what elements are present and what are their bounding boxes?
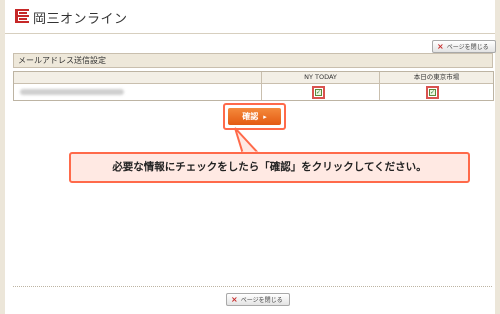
close-page-label: ページを閉じる (240, 297, 283, 304)
confirm-button[interactable]: 確認 ▸ (228, 108, 281, 125)
instruction-callout: 必要な情報にチェックをしたら「確認」をクリックしてください。 (69, 152, 470, 183)
page: 岡三オンライン × ページを閉じる メールアドレス送信設定 NY TODAY 本日… (5, 0, 496, 314)
close-page-button-top[interactable]: × ページを閉じる (432, 40, 496, 53)
column-header-tokyo-market: 本日の東京市場 (379, 72, 493, 83)
divider (13, 286, 492, 287)
arrow-right-icon: ▸ (263, 113, 267, 121)
close-page-button-bottom[interactable]: × ページを閉じる (226, 293, 290, 306)
brand-name: 岡三オンライン (33, 12, 128, 27)
confirm-highlight: 確認 ▸ (223, 103, 286, 130)
table-row: ✓ ✓ (14, 84, 493, 100)
tokyo-market-checkbox[interactable]: ✓ (426, 86, 439, 99)
okasan-logo-icon (15, 9, 29, 23)
table-header-row: NY TODAY 本日の東京市場 (14, 72, 493, 84)
close-icon: × (231, 295, 238, 304)
ny-today-checkbox[interactable]: ✓ (312, 86, 325, 99)
close-page-label: ページを閉じる (446, 44, 489, 51)
checkmark-icon: ✓ (315, 89, 322, 96)
checkmark-icon: ✓ (429, 89, 436, 96)
column-header-ny-today: NY TODAY (261, 72, 379, 83)
confirm-label: 確認 (242, 112, 259, 121)
header: 岡三オンライン (5, 0, 495, 34)
section-title: メールアドレス送信設定 (13, 53, 493, 68)
blurred-email-address (20, 89, 124, 95)
close-icon: × (437, 42, 444, 51)
settings-table: NY TODAY 本日の東京市場 ✓ ✓ (13, 71, 494, 101)
